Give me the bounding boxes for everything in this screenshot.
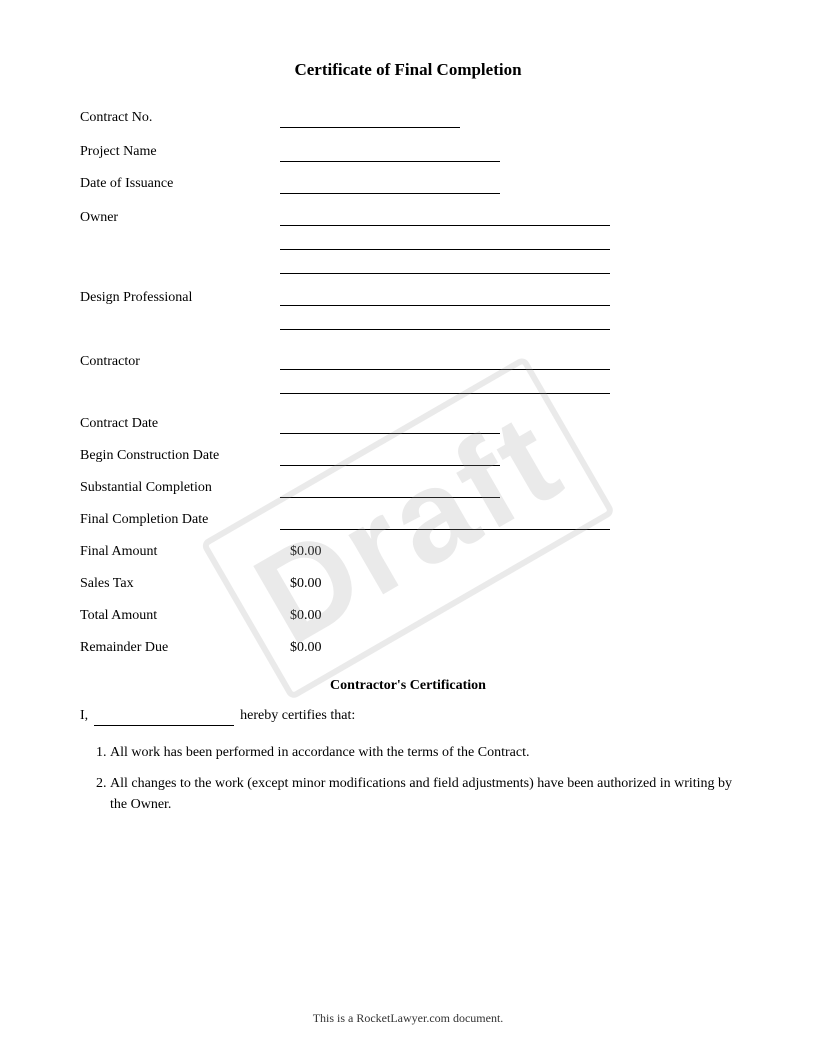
certifies-suffix: hereby certifies that: [240,708,355,726]
final-amount-row: Final Amount $0.00 [80,544,736,562]
certifies-prefix: I, [80,708,88,726]
contract-no-label: Contract No. [80,110,280,128]
sales-tax-label: Sales Tax [80,576,280,594]
project-name-label: Project Name [80,144,280,162]
footer-text: This is a RocketLawyer.com document. [313,1011,504,1025]
contractor-fields [280,352,610,394]
total-amount-value: $0.00 [290,608,322,626]
contract-date-row: Contract Date [80,416,736,434]
remainder-due-label: Remainder Due [80,640,280,658]
substantial-completion-field[interactable] [280,480,500,498]
total-amount-label: Total Amount [80,608,280,626]
final-completion-date-row: Final Completion Date [80,512,736,530]
contract-no-field[interactable] [280,110,460,128]
contract-no-row: Contract No. [80,110,736,128]
certification-title: Contractor's Certification [80,678,736,694]
design-professional-label: Design Professional [80,288,280,308]
certification-list: All work has been performed in accordanc… [110,742,736,815]
substantial-completion-label: Substantial Completion [80,480,280,498]
project-name-field[interactable] [280,144,500,162]
sales-tax-row: Sales Tax $0.00 [80,576,736,594]
owner-field-1[interactable] [280,208,610,226]
owner-field-2[interactable] [280,232,610,250]
contractor-label: Contractor [80,352,280,372]
final-completion-date-field[interactable] [280,512,610,530]
begin-construction-date-row: Begin Construction Date [80,448,736,466]
contractor-field-2[interactable] [280,376,610,394]
total-amount-row: Total Amount $0.00 [80,608,736,626]
owner-fields [280,208,610,274]
substantial-completion-row: Substantial Completion [80,480,736,498]
footer: This is a RocketLawyer.com document. [0,1011,816,1026]
project-name-row: Project Name [80,144,736,162]
list-item-2: All changes to the work (except minor mo… [110,773,736,815]
date-of-issuance-field[interactable] [280,176,500,194]
certifies-name-field[interactable] [94,708,234,726]
owner-row: Owner [80,208,736,274]
remainder-due-row: Remainder Due $0.00 [80,640,736,658]
date-of-issuance-label: Date of Issuance [80,176,280,194]
sales-tax-value: $0.00 [290,576,322,594]
owner-field-3[interactable] [280,256,610,274]
design-professional-fields [280,288,610,330]
design-professional-row: Design Professional [80,288,736,330]
begin-construction-date-label: Begin Construction Date [80,448,280,466]
contractor-row: Contractor [80,352,736,394]
document-title: Certificate of Final Completion [80,60,736,80]
design-professional-field-1[interactable] [280,288,610,306]
certifies-row: I, hereby certifies that: [80,708,736,726]
begin-construction-date-field[interactable] [280,448,500,466]
contract-date-field[interactable] [280,416,500,434]
final-amount-value: $0.00 [290,544,322,562]
date-of-issuance-row: Date of Issuance [80,176,736,194]
contract-date-label: Contract Date [80,416,280,434]
design-professional-field-2[interactable] [280,312,610,330]
contractor-field-1[interactable] [280,352,610,370]
owner-label: Owner [80,208,280,228]
page: Draft Certificate of Final Completion Co… [0,0,816,1056]
list-item-1: All work has been performed in accordanc… [110,742,736,763]
remainder-due-value: $0.00 [290,640,322,658]
final-amount-label: Final Amount [80,544,280,562]
final-completion-date-label: Final Completion Date [80,512,280,530]
